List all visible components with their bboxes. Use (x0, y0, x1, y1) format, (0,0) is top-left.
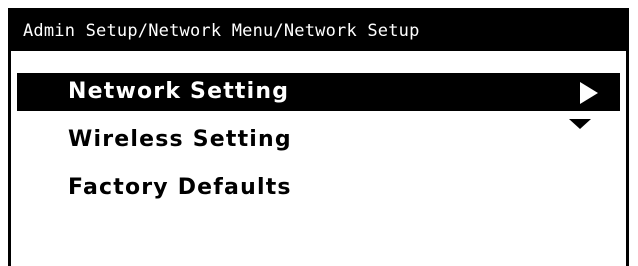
menu-item-label: Factory Defaults (68, 175, 292, 200)
menu-item-network-setting[interactable]: Network Setting (17, 73, 620, 111)
triangle-down-icon (569, 119, 591, 129)
breadcrumb: Admin Setup/Network Menu/Network Setup (11, 11, 626, 51)
menu-item-factory-defaults[interactable]: Factory Defaults (11, 169, 626, 207)
menu-item-label: Network Setting (68, 79, 290, 104)
menu-list: Network Setting Wireless Setting Factory… (11, 73, 626, 217)
menu-item-wireless-setting[interactable]: Wireless Setting (11, 121, 626, 159)
menu-item-label: Wireless Setting (68, 127, 292, 152)
lcd-panel: Admin Setup/Network Menu/Network Setup N… (8, 8, 629, 266)
triangle-right-icon (580, 82, 598, 104)
